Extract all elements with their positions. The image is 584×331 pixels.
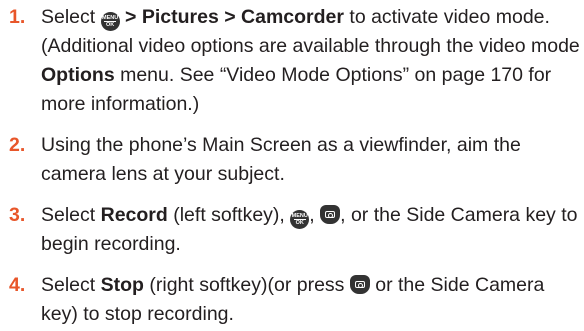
menu-ok-key-icon: MENU OK: [100, 11, 120, 31]
options-menu-term: Options: [41, 64, 115, 86]
step-text: Select: [41, 274, 101, 296]
step-number: 4.: [9, 274, 26, 296]
step-text: (left softkey),: [167, 204, 291, 226]
step-text: menu. See “Video Mode Options” on page 1…: [41, 64, 552, 115]
step-text: Select: [41, 204, 101, 226]
step-number: 2.: [9, 134, 26, 156]
step-3: 3. Select Record (left softkey), MENU OK,…: [0, 201, 584, 259]
step-text: ,: [309, 204, 321, 226]
record-softkey-term: Record: [100, 204, 168, 226]
step-text: Using the phone’s Main Screen as a viewf…: [41, 134, 521, 185]
step-2: 2. Using the phone’s Main Screen as a vi…: [0, 131, 584, 189]
step-text: (right softkey)(or press: [143, 274, 350, 296]
menu-ok-key-icon: MENU OK: [290, 209, 310, 229]
camera-key-icon: [320, 205, 341, 224]
step-number: 1.: [9, 6, 26, 28]
camera-key-icon: [349, 275, 370, 294]
step-text: Select: [41, 6, 101, 28]
menu-path: > Pictures > Camcorder: [119, 6, 344, 28]
stop-softkey-term: Stop: [100, 274, 144, 296]
step-number: 3.: [9, 204, 26, 226]
instruction-steps: 1. Select MENU OK > Pictures > Camcorder …: [0, 0, 584, 329]
step-4: 4. Select Stop (right softkey)(or press …: [0, 271, 584, 329]
step-1: 1. Select MENU OK > Pictures > Camcorder …: [0, 3, 584, 119]
